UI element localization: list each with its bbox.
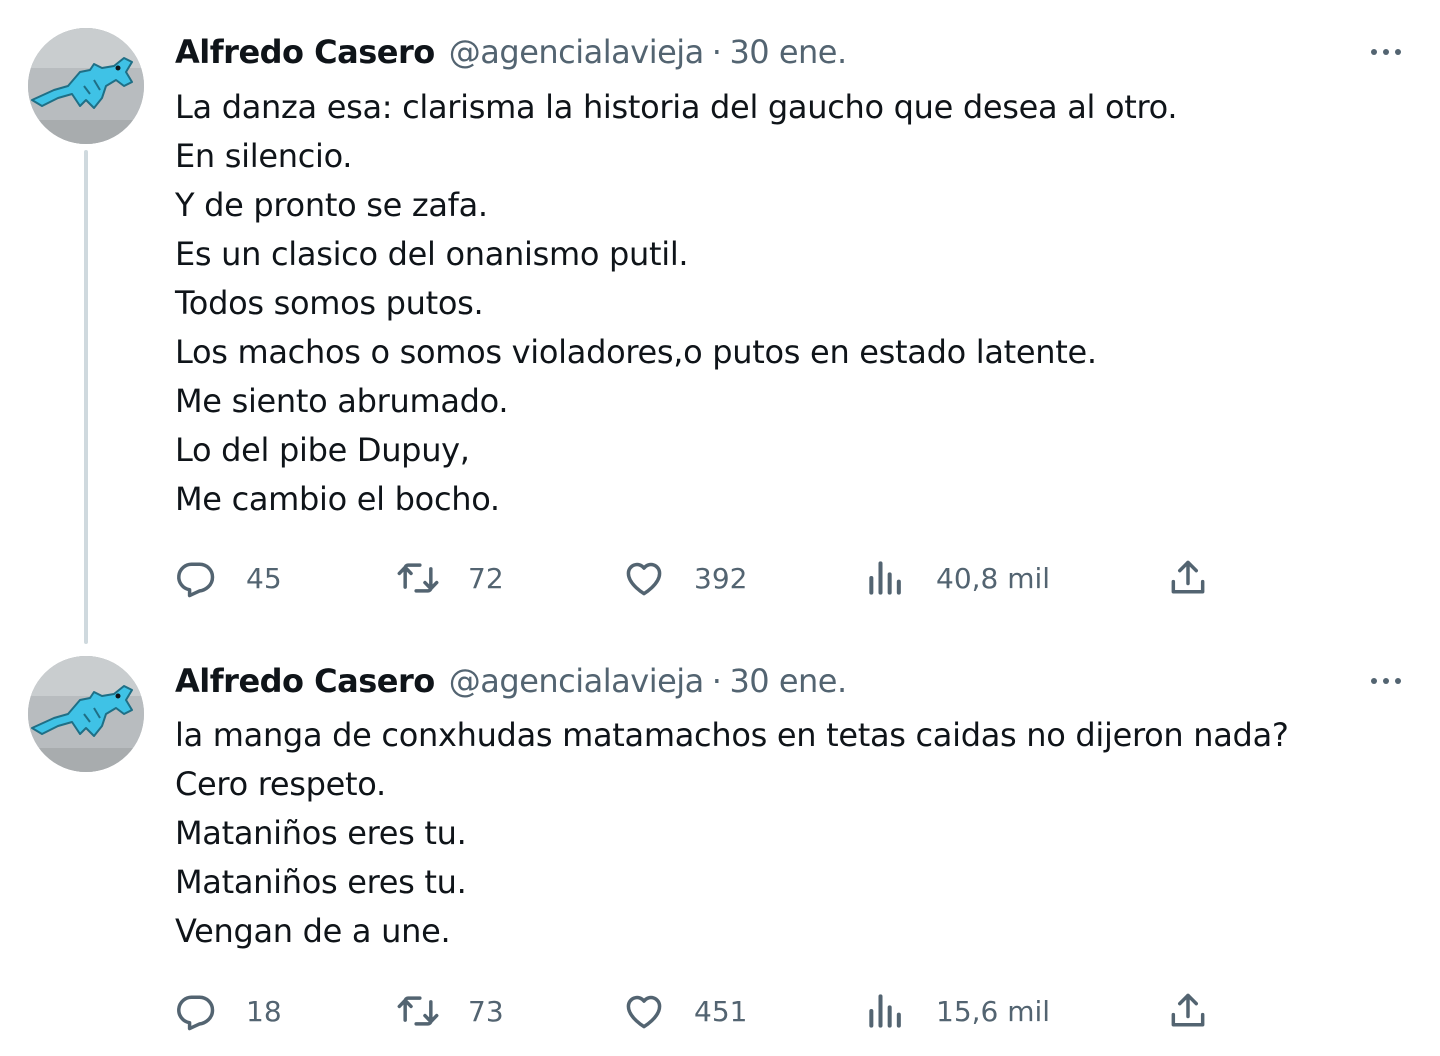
author-handle[interactable]: @agencialavieja	[449, 33, 705, 71]
retweet-count: 73	[468, 994, 504, 1028]
share-icon	[1171, 560, 1205, 594]
tweet-timestamp[interactable]: 30 ene.	[729, 662, 847, 700]
tweet-header: Alfredo Casero @agencialavieja · 30 ene.	[175, 32, 847, 72]
tweet-actions: 18 73 451 15,6 mil	[170, 986, 1230, 1036]
tweet-text-line: Lo del pibe Dupuy,	[175, 431, 470, 469]
like-count: 392	[694, 561, 748, 595]
tweet-text-line: Me siento abrumado.	[175, 382, 509, 420]
share-icon	[1171, 993, 1205, 1027]
retweet-button[interactable]: 72	[396, 553, 504, 603]
tweet-text-line: Y de pronto se zafa.	[175, 186, 488, 224]
tweet[interactable]: Alfredo Casero @agencialavieja · 30 ene.…	[0, 636, 1440, 1056]
separator-dot: ·	[711, 662, 722, 700]
avatar[interactable]	[28, 656, 144, 772]
reply-icon	[177, 995, 215, 1031]
share-button[interactable]	[1166, 986, 1210, 1036]
author-handle[interactable]: @agencialavieja	[449, 662, 705, 700]
tweet-text-line: Es un clasico del onanismo putil.	[175, 235, 689, 273]
heart-icon	[626, 995, 662, 1029]
separator-dot: ·	[711, 33, 722, 71]
tweet-text-line: Los machos o somos violadores,o putos en…	[175, 333, 1097, 371]
retweet-count: 72	[468, 561, 504, 595]
blue-fish-drawing-icon	[28, 28, 144, 144]
like-button[interactable]: 451	[622, 986, 747, 1036]
avatar[interactable]	[28, 28, 144, 144]
views-chart-icon	[869, 561, 901, 595]
tweet-text-line: La danza esa: clarisma la historia del g…	[175, 88, 1178, 126]
reply-button[interactable]: 45	[174, 553, 282, 603]
tweet-text: la manga de conxhudas matamachos en teta…	[175, 711, 1395, 956]
tweet-header: Alfredo Casero @agencialavieja · 30 ene.	[175, 661, 847, 701]
views-count: 15,6 mil	[936, 994, 1051, 1028]
reply-button[interactable]: 18	[174, 986, 282, 1036]
share-button[interactable]	[1166, 553, 1210, 603]
tweet-timestamp[interactable]: 30 ene.	[729, 33, 847, 71]
retweet-icon	[397, 996, 439, 1026]
tweet-thread: Alfredo Casero @agencialavieja · 30 ene.…	[0, 0, 1440, 1056]
tweet-text-line: la manga de conxhudas matamachos en teta…	[175, 716, 1289, 754]
more-dots-icon[interactable]	[1362, 663, 1410, 699]
tweet-text-line: Mataniños eres tu.	[175, 863, 467, 901]
heart-icon	[626, 562, 662, 596]
tweet-text-line: Todos somos putos.	[175, 284, 484, 322]
tweet-text-line: Cero respeto.	[175, 765, 386, 803]
views-chart-icon	[869, 994, 901, 1028]
tweet[interactable]: Alfredo Casero @agencialavieja · 30 ene.…	[0, 0, 1440, 644]
thread-connector-line	[84, 150, 88, 644]
reply-count: 18	[246, 994, 282, 1028]
retweet-button[interactable]: 73	[396, 986, 504, 1036]
retweet-icon	[397, 563, 439, 593]
views-button[interactable]: 15,6 mil	[864, 986, 1050, 1036]
tweet-text-line: Me cambio el bocho.	[175, 480, 500, 518]
reply-icon	[177, 562, 215, 598]
author-name[interactable]: Alfredo Casero	[175, 662, 435, 700]
like-button[interactable]: 392	[622, 553, 747, 603]
more-dots-icon[interactable]	[1362, 34, 1410, 70]
tweet-text-line: En silencio.	[175, 137, 353, 175]
views-count: 40,8 mil	[936, 561, 1051, 595]
reply-count: 45	[246, 561, 282, 595]
like-count: 451	[694, 994, 748, 1028]
blue-fish-drawing-icon	[28, 656, 144, 772]
tweet-text: La danza esa: clarisma la historia del g…	[175, 83, 1395, 524]
tweet-text-line: Vengan de a une.	[175, 912, 451, 950]
views-button[interactable]: 40,8 mil	[864, 553, 1050, 603]
tweet-actions: 45 72 392 40,8 mil	[170, 553, 1230, 603]
tweet-text-line: Mataniños eres tu.	[175, 814, 467, 852]
author-name[interactable]: Alfredo Casero	[175, 33, 435, 71]
